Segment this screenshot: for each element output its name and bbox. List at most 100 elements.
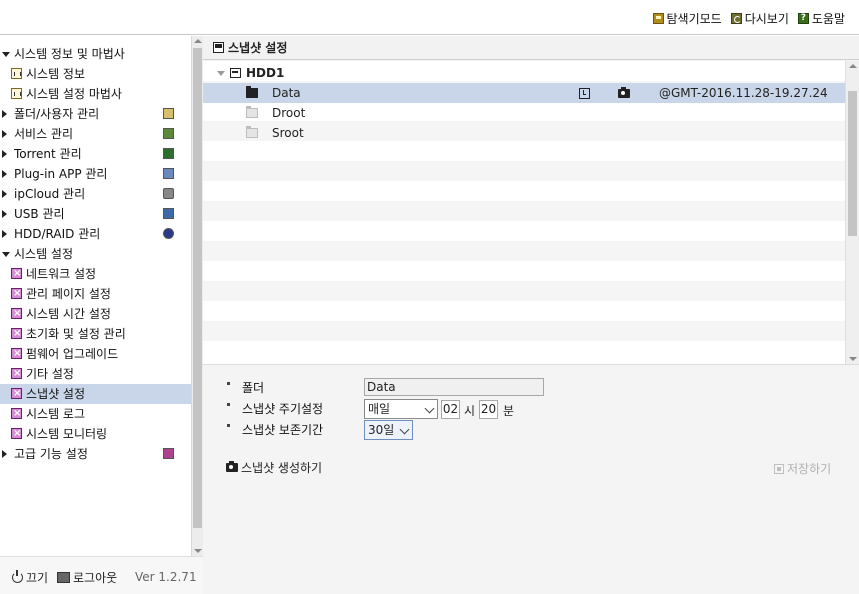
folder-name: Droot xyxy=(272,106,306,120)
sidebar-item-label: 시스템 정보 및 마법사 xyxy=(14,47,125,61)
reload-icon xyxy=(730,13,742,24)
chart-icon xyxy=(11,68,22,79)
folder-field[interactable]: Data xyxy=(364,378,544,396)
sidebar-item-label: 시스템 설정 마법사 xyxy=(26,87,122,101)
camera-icon xyxy=(618,87,630,98)
save-button[interactable]: 저장하기 xyxy=(774,460,831,477)
hour-input[interactable]: 02 xyxy=(441,400,460,419)
chevron-down-icon xyxy=(424,403,435,414)
disk-icon xyxy=(163,228,174,239)
sidebar-item-label: 시스템 시간 설정 xyxy=(26,307,111,321)
logout-icon xyxy=(57,572,70,583)
sidebar-item-system-info[interactable]: 시스템 정보 xyxy=(0,64,191,84)
settings-icon xyxy=(11,284,22,304)
folder-tree: HDD1 Data @GMT-2016.11.28-19.27.24 Droot… xyxy=(203,61,845,364)
hdd-icon xyxy=(230,68,241,78)
bullet xyxy=(227,424,230,427)
help-button[interactable]: ? 도움말 xyxy=(797,10,845,27)
tree-row-sroot[interactable]: Sroot xyxy=(203,123,845,143)
sidebar-item-plugin-app[interactable]: Plug-in APP 관리 xyxy=(0,164,191,184)
settings-icon xyxy=(11,324,22,344)
retention-select[interactable]: 30일 xyxy=(364,420,413,440)
tree-scroll-thumb[interactable] xyxy=(848,91,857,236)
sidebar-item-label: 초기화 및 설정 관리 xyxy=(26,327,126,341)
help-label: 도움말 xyxy=(811,12,845,26)
settings-icon xyxy=(11,424,22,444)
sidebar-item-system-info-wizard[interactable]: 시스템 정보 및 마법사 xyxy=(0,44,191,64)
sidebar-item-torrent[interactable]: Torrent 관리 xyxy=(0,144,191,164)
advanced-icon xyxy=(163,448,174,459)
expanded-arrow-icon xyxy=(2,252,10,257)
sidebar-item-system-settings[interactable]: 시스템 설정 xyxy=(0,244,191,264)
scroll-down-icon[interactable] xyxy=(194,549,202,553)
minute-unit: 분 xyxy=(503,404,515,418)
tree-row-data[interactable]: Data @GMT-2016.11.28-19.27.24 xyxy=(203,83,845,103)
sidebar-item-label: USB 관리 xyxy=(14,207,65,221)
sidebar-item-label: 관리 페이지 설정 xyxy=(26,287,111,301)
torrent-icon xyxy=(163,148,174,159)
sidebar-item-system-time[interactable]: 시스템 시간 설정 xyxy=(0,304,191,324)
snapshot-icon xyxy=(213,42,224,53)
create-snapshot-button[interactable]: 스냅샷 생성하기 xyxy=(226,459,322,476)
tree-expand-icon[interactable] xyxy=(217,71,225,76)
settings-icon xyxy=(11,404,22,424)
sidebar-scroll-thumb[interactable] xyxy=(193,48,202,528)
period-label: 스냅샷 주기설정 xyxy=(242,402,324,416)
sidebar-item-firmware[interactable]: 펌웨어 업그레이드 xyxy=(0,344,191,364)
sidebar-item-label: Plug-in APP 관리 xyxy=(14,167,108,181)
sidebar-item-label: 펌웨어 업그레이드 xyxy=(26,347,119,361)
sidebar-item-setup-wizard[interactable]: 시스템 설정 마법사 xyxy=(0,84,191,104)
reload-button[interactable]: 다시보기 xyxy=(730,10,789,27)
snapshot-settings-form: 폴더 Data 스냅샷 주기설정 매일 02 시 20 분 스냅샷 보존기간 3… xyxy=(203,364,859,594)
sidebar-scrollbar[interactable] xyxy=(191,36,203,556)
tree-scrollbar[interactable] xyxy=(845,61,859,364)
sidebar-item-system-log[interactable]: 시스템 로그 xyxy=(0,404,191,424)
sidebar-item-misc[interactable]: 기타 설정 xyxy=(0,364,191,384)
tree-node-disk[interactable]: HDD1 xyxy=(203,63,845,83)
help-icon: ? xyxy=(797,13,809,24)
sidebar-item-label: 스냅샷 설정 xyxy=(26,387,86,401)
power-off-button[interactable]: 끄기 xyxy=(12,569,48,586)
service-icon xyxy=(163,128,174,139)
sidebar-item-ipcloud[interactable]: ipCloud 관리 xyxy=(0,184,191,204)
panel-title: 스냅샷 설정 xyxy=(228,41,288,55)
period-selected-value: 매일 xyxy=(368,402,391,416)
collapsed-arrow-icon xyxy=(2,210,7,218)
tree-row-droot[interactable]: Droot xyxy=(203,103,845,123)
settings-icon xyxy=(11,364,22,384)
collapsed-arrow-icon xyxy=(2,230,7,238)
sidebar-item-snapshot[interactable]: 스냅샷 설정 xyxy=(0,384,191,404)
logout-button[interactable]: 로그아웃 xyxy=(57,569,117,586)
collapsed-arrow-icon xyxy=(2,150,7,158)
sidebar-item-service[interactable]: 서비스 관리 xyxy=(0,124,191,144)
sidebar-item-advanced[interactable]: 고급 기능 설정 xyxy=(0,444,191,464)
save-label: 저장하기 xyxy=(787,462,832,476)
disk-label: HDD1 xyxy=(246,66,285,80)
sidebar-item-folder-user[interactable]: 폴더/사용자 관리 xyxy=(0,104,191,124)
top-links: 탐색기모드 다시보기 ? 도움말 xyxy=(652,10,845,27)
folder-user-icon xyxy=(163,108,174,119)
collapsed-arrow-icon xyxy=(2,110,7,118)
sidebar-footer: 끄기 로그아웃 Ver 1.2.71 xyxy=(0,556,203,594)
power-off-label: 끄기 xyxy=(26,571,49,585)
bullet xyxy=(227,382,230,385)
sidebar-item-network[interactable]: 네트워크 설정 xyxy=(0,264,191,284)
folder-label: 폴더 xyxy=(242,381,265,395)
sidebar-item-hdd-raid[interactable]: HDD/RAID 관리 xyxy=(0,224,191,244)
scroll-up-icon[interactable] xyxy=(194,39,202,43)
sidebar-item-usb[interactable]: USB 관리 xyxy=(0,204,191,224)
sidebar-item-label: 시스템 모니터링 xyxy=(26,427,108,441)
main-panel: 스냅샷 설정 HDD1 Data @GMT-2016.11.28-19.27.2… xyxy=(203,36,859,594)
sidebar-item-admin-page[interactable]: 관리 페이지 설정 xyxy=(0,284,191,304)
retention-selected-value: 30일 xyxy=(368,423,395,437)
bullet xyxy=(227,403,230,406)
explorer-mode-button[interactable]: 탐색기모드 xyxy=(652,10,722,27)
camera-icon xyxy=(226,461,238,472)
period-select[interactable]: 매일 xyxy=(364,399,438,419)
cloud-icon xyxy=(163,188,174,199)
minute-input[interactable]: 20 xyxy=(479,400,498,419)
sidebar-item-monitoring[interactable]: 시스템 모니터링 xyxy=(0,424,191,444)
scroll-up-icon[interactable] xyxy=(849,64,857,68)
sidebar-item-reset-config[interactable]: 초기화 및 설정 관리 xyxy=(0,324,191,344)
scroll-down-icon[interactable] xyxy=(849,357,857,361)
